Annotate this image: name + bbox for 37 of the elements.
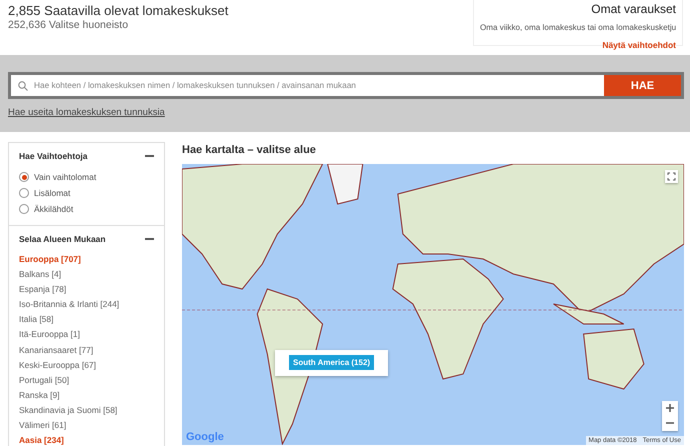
bookings-text: Oma viikko, oma lomakeskus tai oma lomakeskusketju (480, 23, 676, 34)
tooltip-label[interactable]: South America (152) (289, 355, 374, 370)
radio-button[interactable] (19, 204, 29, 214)
search-field[interactable]: Hae kohteen / lomakeskuksen nimen / lomakeskuksen tunnuksen / avainsanan mukaan (11, 75, 604, 96)
region-link[interactable]: Keski-Eurooppa [67] (19, 358, 154, 373)
region-link[interactable]: Balkans [4] (19, 267, 154, 282)
region-link[interactable]: Ranska [9] (19, 388, 154, 403)
bookings-title: Omat varaukset (590, 2, 676, 17)
map-logo: Google (186, 431, 224, 443)
radio-option[interactable]: Lisälomat (19, 185, 154, 201)
region-link[interactable]: Portugali [50] (19, 372, 154, 388)
options-heading: Hae Vaihtoehtoja (19, 151, 88, 161)
region-link[interactable]: Iso-Britannia & Irlanti [244] (19, 297, 154, 312)
radio-option[interactable]: Vain vaihtolomat (19, 169, 154, 185)
zoom-in-button[interactable] (662, 401, 678, 416)
radio-option[interactable]: Äkkilähdöt (19, 201, 154, 217)
zoom-out-button[interactable] (662, 416, 678, 431)
region-link[interactable]: Eurooppa [707] (19, 252, 154, 268)
multiple-ids-link[interactable]: Hae useita lomakeskuksen tunnuksia (8, 107, 165, 118)
region-link[interactable]: Aasia [234] (19, 433, 154, 446)
fullscreen-icon[interactable] (665, 170, 678, 183)
search-icon (18, 80, 28, 90)
region-link[interactable]: Kanariansaaret [77] (19, 342, 154, 358)
region-link[interactable]: Espanja [78] (19, 282, 154, 298)
region-link[interactable]: Välimeri [61] (19, 418, 154, 434)
show-options-link[interactable]: Näytä vaihtoehdot (602, 40, 676, 50)
search-button[interactable]: HAE (604, 75, 681, 96)
map-title: Hae kartalta – valitse alue (182, 144, 317, 156)
regions-heading: Selaa Alueen Mukaan (19, 234, 106, 244)
region-link[interactable]: Italia [58] (19, 312, 154, 328)
radio-button[interactable] (19, 172, 29, 182)
radio-button[interactable] (19, 188, 29, 198)
plus-icon (666, 404, 674, 412)
results-subtitle: 252,636 Valitse huoneisto (8, 19, 130, 31)
region-link[interactable]: Itä-Eurooppa [1] (19, 327, 154, 343)
results-title: 2,855 Saatavilla olevat lomakeskukset (8, 3, 228, 18)
region-link[interactable]: Skandinavia ja Suomi [58] (19, 402, 154, 418)
